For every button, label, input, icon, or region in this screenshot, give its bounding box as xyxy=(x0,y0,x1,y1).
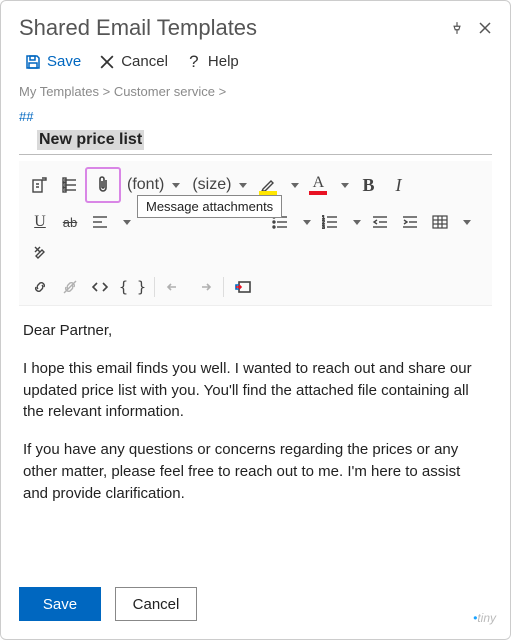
chevron-down-icon xyxy=(239,183,247,188)
chevron-down-icon xyxy=(463,220,471,225)
breadcrumb-folder[interactable]: Customer service xyxy=(114,84,215,99)
tooltip-attach: Message attachments xyxy=(137,195,282,218)
italic-button[interactable]: I xyxy=(383,170,413,200)
indent-button[interactable] xyxy=(395,207,425,237)
menu-save-label: Save xyxy=(47,53,81,70)
redo-button[interactable] xyxy=(189,272,219,302)
pin-icon[interactable] xyxy=(450,21,464,35)
separator xyxy=(223,277,224,297)
attach-button-highlight xyxy=(85,167,121,203)
breadcrumb-sep: > xyxy=(103,84,111,99)
chevron-down-icon xyxy=(341,183,349,188)
link-button[interactable] xyxy=(25,272,55,302)
breadcrumb-sep: > xyxy=(219,84,227,99)
menu-cancel-button[interactable]: Cancel xyxy=(99,53,168,70)
chevron-down-icon xyxy=(303,220,311,225)
svg-text:3: 3 xyxy=(322,225,325,229)
bullet-list-dropdown[interactable] xyxy=(295,207,315,237)
tiny-label: tiny xyxy=(477,611,496,625)
code-braces-button[interactable]: { } xyxy=(115,272,150,302)
email-body[interactable]: Dear Partner, I hope this email finds yo… xyxy=(1,306,510,528)
font-family-label: (font) xyxy=(127,176,164,194)
color-swatch xyxy=(309,191,327,195)
insert-field-button[interactable] xyxy=(55,170,85,200)
title-controls xyxy=(450,21,492,35)
help-icon: ? xyxy=(186,54,202,70)
font-color-dropdown[interactable] xyxy=(333,170,353,200)
menu-save-button[interactable]: Save xyxy=(25,53,81,70)
align-dropdown[interactable] xyxy=(115,207,135,237)
toolbar-row-3: { } xyxy=(19,269,492,305)
template-shortcut[interactable]: ## xyxy=(1,103,510,126)
unlink-button[interactable] xyxy=(55,272,85,302)
menu-help-button[interactable]: ? Help xyxy=(186,53,239,70)
numbered-list-dropdown[interactable] xyxy=(345,207,365,237)
app-window: Shared Email Templates Save xyxy=(0,0,511,640)
subject-input[interactable]: New price list xyxy=(37,130,144,150)
outdent-button[interactable] xyxy=(365,207,395,237)
body-p1: I hope this email finds you well. I want… xyxy=(23,358,488,423)
chevron-down-icon xyxy=(291,183,299,188)
table-button[interactable] xyxy=(425,207,455,237)
chevron-down-icon xyxy=(353,220,361,225)
font-color-button[interactable]: A xyxy=(303,170,333,200)
app-title: Shared Email Templates xyxy=(19,15,257,41)
subject-line: New price list xyxy=(19,126,492,155)
underline-button[interactable]: U xyxy=(25,207,55,237)
chevron-down-icon xyxy=(172,183,180,188)
save-icon xyxy=(25,54,41,70)
bold-button[interactable]: B xyxy=(353,170,383,200)
highlight-dropdown[interactable] xyxy=(283,170,303,200)
body-p2: If you have any questions or concerns re… xyxy=(23,439,488,504)
insert-template-button[interactable] xyxy=(228,272,258,302)
menu-bar: Save Cancel ? Help xyxy=(1,47,510,76)
clear-format-button[interactable] xyxy=(25,237,55,267)
strikethrough-button[interactable]: ab xyxy=(55,207,85,237)
separator xyxy=(154,277,155,297)
font-size-label: (size) xyxy=(192,176,231,194)
editor-toolbar: (font) (size) A B I Message attach xyxy=(19,161,492,306)
undo-button[interactable] xyxy=(159,272,189,302)
breadcrumb-root[interactable]: My Templates xyxy=(19,84,99,99)
save-button[interactable]: Save xyxy=(19,587,101,621)
breadcrumb: My Templates > Customer service > xyxy=(1,76,510,103)
menu-help-label: Help xyxy=(208,53,239,70)
source-code-button[interactable] xyxy=(85,272,115,302)
chevron-down-icon xyxy=(123,220,131,225)
close-icon[interactable] xyxy=(478,21,492,35)
menu-cancel-label: Cancel xyxy=(121,53,168,70)
footer: Save Cancel xyxy=(19,587,197,621)
align-button[interactable] xyxy=(85,207,115,237)
cancel-icon xyxy=(99,54,115,70)
table-dropdown[interactable] xyxy=(455,207,475,237)
cancel-button[interactable]: Cancel xyxy=(115,587,197,621)
numbered-list-button[interactable]: 123 xyxy=(315,207,345,237)
body-greeting: Dear Partner, xyxy=(23,320,488,342)
tiny-logo: •tiny xyxy=(473,611,496,625)
insert-macro-button[interactable] xyxy=(25,170,55,200)
attach-button[interactable] xyxy=(88,170,118,200)
title-bar: Shared Email Templates xyxy=(1,1,510,47)
